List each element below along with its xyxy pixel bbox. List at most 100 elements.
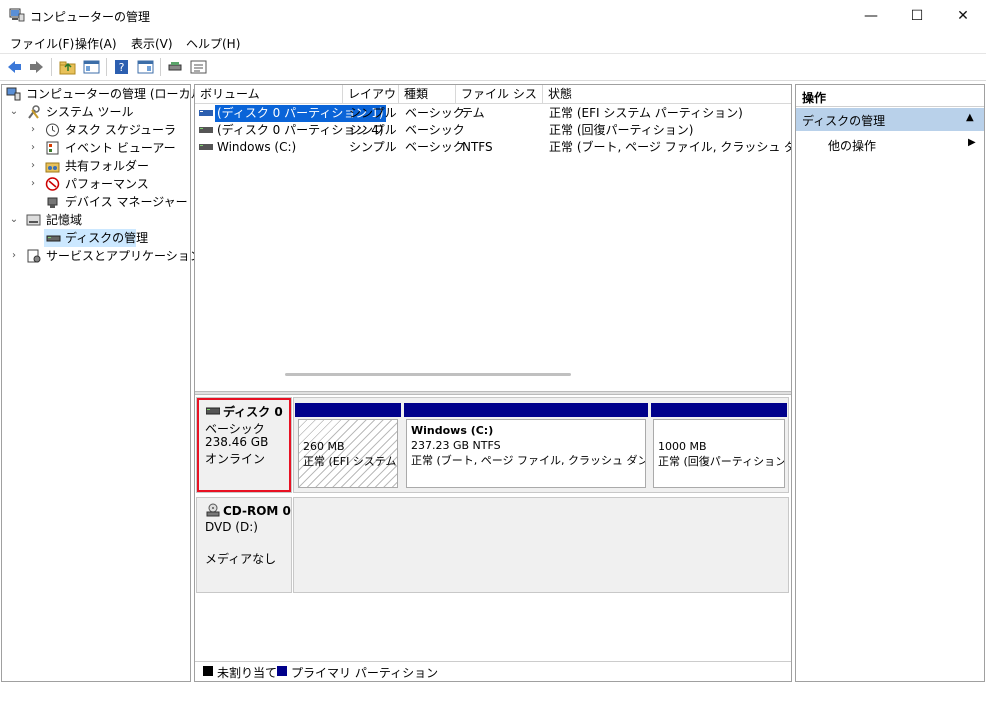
disk-map: ディスク 0 ベーシック 238.46 GB オンライン 260 MB 正常 (…	[195, 395, 791, 660]
cdrom-0-area	[293, 497, 789, 593]
partition-windows-c[interactable]: Windows (C:) 237.23 GB NTFS 正常 (ブート, ページ…	[406, 419, 646, 488]
services-icon	[27, 249, 41, 263]
tree-label: 共有フォルダー	[65, 159, 150, 173]
menu-action[interactable]: 操作(A)	[75, 35, 117, 52]
menu-bar: ファイル(F) 操作(A) 表示(V) ヘルプ(H)	[0, 32, 986, 54]
chevron-right-icon[interactable]: ›	[28, 121, 38, 139]
table-cell: 正常 (EFI システム パーティション)	[549, 106, 743, 120]
tree-item-performance[interactable]: › パフォーマンス	[6, 175, 190, 193]
cdrom-0-info[interactable]: CD-ROM 0 DVD (D:) メディアなし	[196, 497, 292, 593]
svg-text:?: ?	[119, 61, 125, 74]
column-header-filesystem[interactable]: ファイル システム	[456, 85, 543, 120]
menu-file[interactable]: ファイル(F)	[10, 35, 74, 52]
disk-type: DVD (D:)	[205, 520, 258, 534]
partition-size: 260 MB	[303, 440, 345, 453]
volume-icon	[199, 110, 213, 116]
tree-item-computer-management[interactable]: コンピューターの管理 (ローカル)	[6, 85, 207, 103]
device-manager-icon	[47, 197, 58, 208]
tree-item-storage[interactable]: ⌄ 記憶域	[6, 211, 190, 229]
forward-arrow-icon[interactable]	[28, 59, 45, 75]
partition-name: Windows (C:)	[411, 424, 494, 437]
tree-label: パフォーマンス	[65, 177, 149, 191]
properties-icon[interactable]	[190, 59, 207, 75]
legend-label: 未割り当て	[217, 666, 278, 680]
legend-swatch-primary	[277, 666, 287, 676]
minimize-button[interactable]: —	[848, 0, 894, 32]
submenu-arrow-icon: ▶	[968, 137, 976, 148]
show-hide-tree-icon[interactable]	[83, 59, 100, 75]
tree-label: サービスとアプリケーション	[46, 249, 202, 263]
chevron-down-icon[interactable]: ⌄	[9, 103, 19, 121]
partition-status: 正常 (EFI システム パ	[303, 455, 397, 468]
partition-bar	[651, 403, 787, 417]
volume-icon	[199, 144, 213, 150]
chevron-down-icon[interactable]: ⌄	[9, 211, 19, 229]
partition-efi[interactable]: 260 MB 正常 (EFI システム パ	[298, 419, 398, 488]
partition-bar	[295, 403, 401, 417]
table-cell: 正常 (回復パーティション)	[549, 123, 694, 137]
action-pane-header: 操作	[796, 85, 984, 107]
partition-status: 正常 (回復パーティション)	[658, 455, 785, 468]
table-cell: シンプル	[349, 106, 397, 120]
column-header-volume[interactable]: ボリューム	[195, 85, 343, 104]
connect-disk-icon[interactable]	[167, 59, 184, 75]
chevron-right-icon[interactable]: ›	[9, 247, 19, 265]
menu-view[interactable]: 表示(V)	[131, 35, 173, 52]
action-item-label: 他の操作	[828, 139, 877, 153]
disk-icon	[46, 235, 61, 242]
horizontal-scrollbar[interactable]	[285, 373, 571, 376]
column-header-status[interactable]: 状態	[543, 85, 791, 104]
tree-item-disk-management[interactable]: ディスクの管理	[44, 229, 148, 247]
tree-label: ディスクの管理	[65, 231, 149, 245]
back-arrow-icon[interactable]	[6, 59, 23, 75]
disk-status: メディアなし	[205, 552, 277, 566]
table-cell: シンプル	[349, 140, 397, 154]
column-header-type[interactable]: 種類	[399, 85, 456, 104]
table-cell: シンプル	[349, 123, 397, 137]
action-pane: 操作 ディスクの管理 ▲ 他の操作 ▶	[795, 84, 985, 682]
maximize-button[interactable]: ☐	[894, 0, 940, 32]
legend-swatch-unallocated	[203, 666, 213, 676]
help-icon[interactable]: ?	[113, 59, 130, 75]
table-cell: ベーシック	[405, 106, 465, 120]
table-row[interactable]: (ディスク 0 パーティション 1) シンプル ベーシック 正常 (EFI シス…	[195, 105, 791, 122]
event-viewer-icon	[46, 141, 59, 155]
tree-item-system-tools[interactable]: ⌄ システム ツール	[6, 103, 190, 121]
disk-name: CD-ROM 0	[223, 504, 291, 518]
tree-label: システム ツール	[46, 105, 134, 119]
menu-help[interactable]: ヘルプ(H)	[186, 35, 240, 52]
partition-size: 237.23 GB NTFS	[411, 439, 501, 452]
tree-item-task-scheduler[interactable]: › タスク スケジューラ	[6, 121, 190, 139]
collapse-up-icon[interactable]: ▲	[966, 112, 974, 123]
chevron-right-icon[interactable]: ›	[28, 157, 38, 175]
storage-icon	[26, 214, 41, 226]
shared-folder-icon	[45, 162, 60, 173]
tree-item-services-apps[interactable]: › サービスとアプリケーション	[6, 247, 202, 265]
action-section-disk-management[interactable]: ディスクの管理 ▲	[796, 108, 984, 131]
navigation-tree: コンピューターの管理 (ローカル) ⌄ システム ツール › タスク スケジュー…	[1, 84, 207, 682]
table-cell: ベーシック	[405, 123, 465, 137]
tree-item-event-viewer[interactable]: › イベント ビューアー	[6, 139, 190, 157]
tree-item-device-manager[interactable]: デバイス マネージャー	[6, 193, 190, 211]
disk-0-partitions: 260 MB 正常 (EFI システム パ Windows (C:) 237.2…	[293, 397, 789, 493]
table-row[interactable]: (ディスク 0 パーティション 4) シンプル ベーシック 正常 (回復パーティ…	[195, 122, 791, 139]
tree-item-shared-folders[interactable]: › 共有フォルダー	[6, 157, 190, 175]
computer-management-icon	[6, 87, 21, 101]
partition-recovery[interactable]: 1000 MB 正常 (回復パーティション)	[653, 419, 785, 488]
computer-management-icon	[9, 8, 25, 22]
close-button[interactable]: ✕	[940, 0, 986, 32]
tree-label: イベント ビューアー	[65, 141, 176, 155]
up-folder-icon[interactable]	[59, 59, 76, 75]
chevron-right-icon[interactable]: ›	[28, 175, 38, 193]
column-header-layout[interactable]: レイアウト	[343, 85, 399, 120]
chevron-right-icon[interactable]: ›	[28, 139, 38, 157]
window-title: コンピューターの管理	[30, 10, 151, 24]
tree-label: 記憶域	[46, 213, 83, 227]
legend-label: プライマリ パーティション	[291, 666, 439, 680]
action-pane-title: 操作	[802, 91, 827, 105]
show-hide-action-pane-icon[interactable]	[137, 59, 154, 75]
table-cell: ベーシック	[405, 140, 465, 154]
action-item-other[interactable]: 他の操作 ▶	[796, 134, 984, 154]
partition-size: 1000 MB	[658, 440, 707, 453]
table-row[interactable]: Windows (C:) シンプル ベーシック NTFS 正常 (ブート, ペー…	[195, 139, 791, 156]
